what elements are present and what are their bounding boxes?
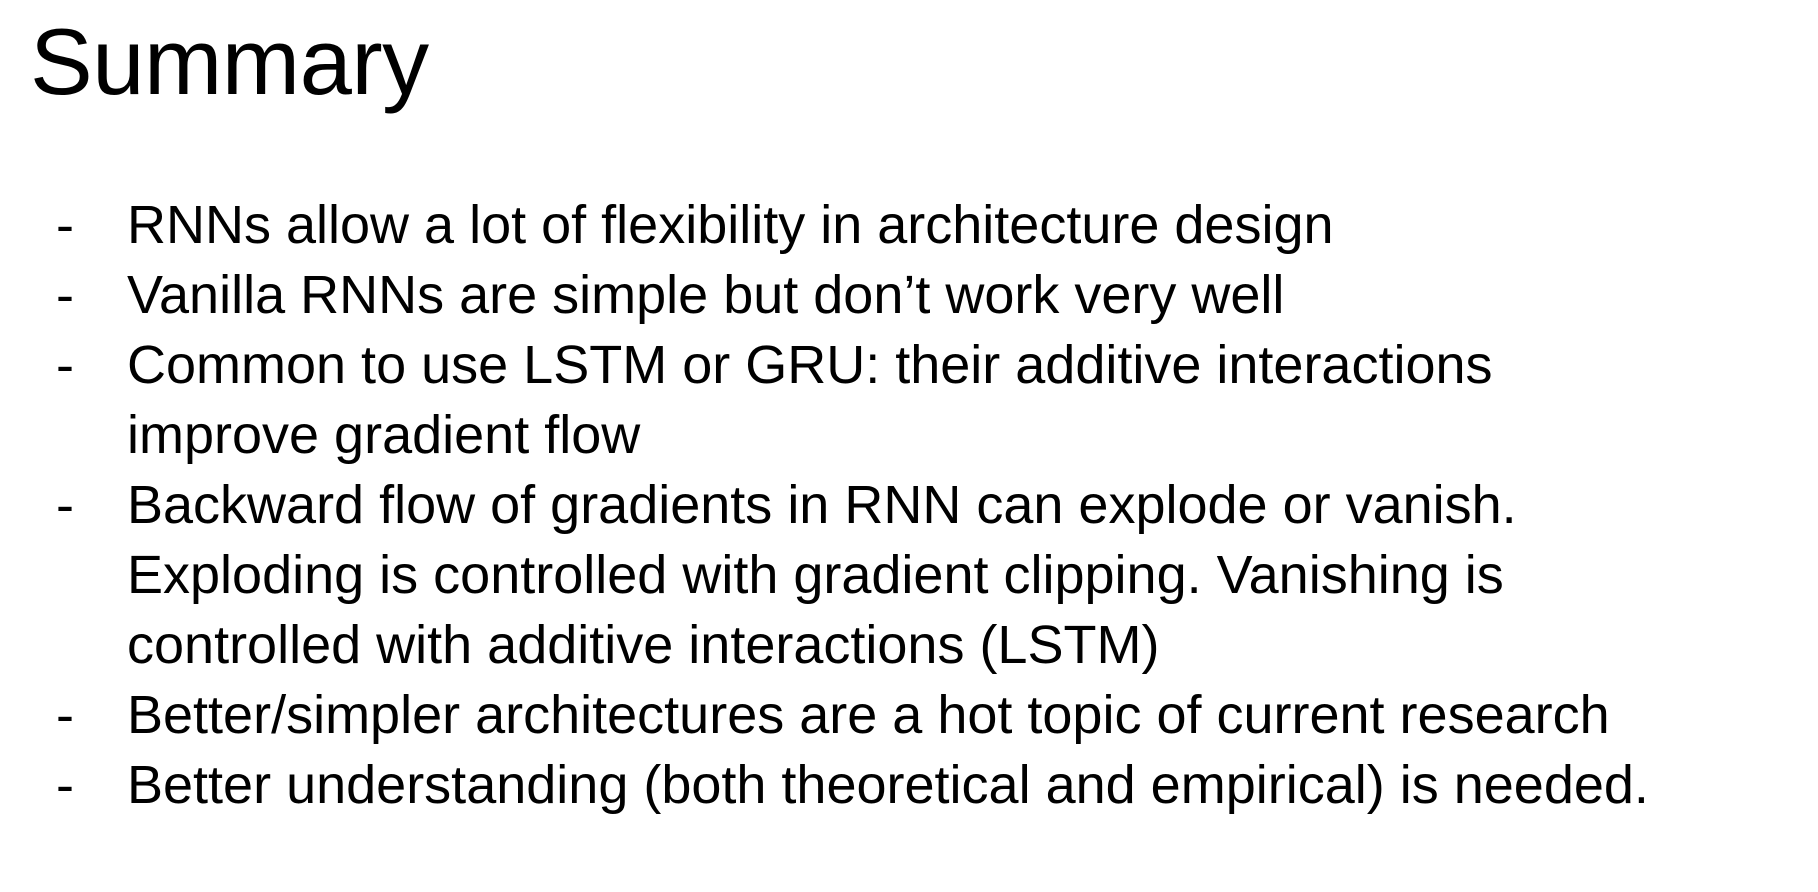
- bullet-line: Vanilla RNNs are simple but don’t work v…: [127, 265, 1285, 325]
- bullet-item: - Better/simpler architectures are a hot…: [56, 680, 1796, 750]
- bullet-line: improve gradient flow: [127, 405, 641, 465]
- bullet-item: - Vanilla RNNs are simple but don’t work…: [56, 260, 1796, 330]
- bullet-text: Vanilla RNNs are simple but don’t work v…: [127, 260, 1796, 330]
- bullet-line: Common to use LSTM or GRU: their additiv…: [127, 335, 1493, 395]
- bullet-marker: -: [56, 685, 74, 745]
- bullet-marker: -: [56, 755, 74, 815]
- bullet-item: - Backward flow of gradients in RNN can …: [56, 470, 1796, 680]
- bullet-line: Exploding is controlled with gradient cl…: [127, 545, 1504, 605]
- bullet-marker: -: [56, 265, 74, 325]
- bullet-text: Better understanding (both theoretical a…: [127, 750, 1796, 820]
- bullet-marker: -: [56, 335, 74, 395]
- bullet-marker: -: [56, 195, 74, 255]
- bullet-line: RNNs allow a lot of flexibility in archi…: [127, 195, 1334, 255]
- bullet-list: - RNNs allow a lot of flexibility in arc…: [56, 190, 1796, 820]
- bullet-marker: -: [56, 475, 74, 535]
- bullet-text: Common to use LSTM or GRU: their additiv…: [127, 330, 1796, 470]
- bullet-line: Better/simpler architectures are a hot t…: [127, 685, 1610, 745]
- bullet-line: Backward flow of gradients in RNN can ex…: [127, 475, 1517, 535]
- bullet-item: - Better understanding (both theoretical…: [56, 750, 1796, 820]
- bullet-text: Backward flow of gradients in RNN can ex…: [127, 470, 1796, 680]
- bullet-item: - Common to use LSTM or GRU: their addit…: [56, 330, 1796, 470]
- bullet-text: Better/simpler architectures are a hot t…: [127, 680, 1796, 750]
- slide-title: Summary: [30, 9, 429, 114]
- bullet-item: - RNNs allow a lot of flexibility in arc…: [56, 190, 1796, 260]
- bullet-text: RNNs allow a lot of flexibility in archi…: [127, 190, 1796, 260]
- slide: Summary - RNNs allow a lot of flexibilit…: [0, 0, 1818, 892]
- bullet-line: Better understanding (both theoretical a…: [127, 755, 1649, 815]
- bullet-line: controlled with additive interactions (L…: [127, 615, 1160, 675]
